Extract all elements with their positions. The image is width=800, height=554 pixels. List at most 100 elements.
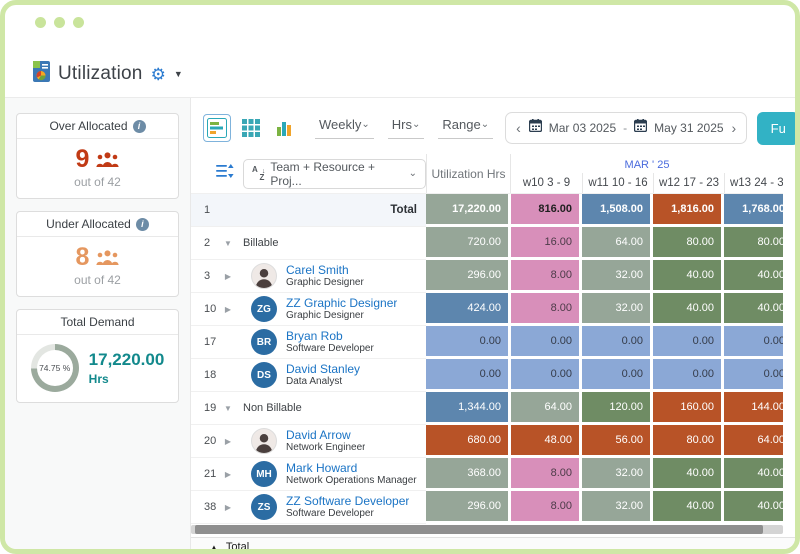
view-grid-icon[interactable] xyxy=(237,114,265,142)
scrollbar-thumb[interactable] xyxy=(195,525,764,534)
row-number: 18 xyxy=(204,369,217,381)
collapse-icon[interactable]: ▼ xyxy=(217,404,239,413)
page-title: Utilization xyxy=(58,63,143,84)
person-name-link[interactable]: David Stanley xyxy=(286,362,360,376)
expand-icon[interactable]: ▶ xyxy=(217,470,239,479)
week-cell: 0.00 xyxy=(653,326,721,356)
utilization-cell: 0.00 xyxy=(426,326,508,356)
fullscreen-button[interactable]: Fu xyxy=(757,111,795,145)
row-number: 10 xyxy=(204,303,217,315)
expand-collapse-all-icon[interactable] xyxy=(216,164,234,183)
collapse-icon[interactable]: ▼ xyxy=(217,239,239,248)
week-cell: 40.00 xyxy=(724,458,783,488)
person-role: Graphic Designer xyxy=(286,310,364,322)
view-utilization-icon[interactable] xyxy=(203,114,231,142)
date-from[interactable]: Mar 03 2025 xyxy=(549,121,616,135)
date-to[interactable]: May 31 2025 xyxy=(654,121,723,135)
demand-hours: 17,220.00 xyxy=(88,350,165,369)
row-cells: 680.00 48.00 56.00 80.00 64.00 xyxy=(426,425,783,458)
settings-caret-icon[interactable]: ▼ xyxy=(174,69,183,79)
week-cell: 160.00 xyxy=(653,392,721,422)
range-select-value: Range xyxy=(442,117,481,132)
person-name-link[interactable]: ZZ Graphic Designer xyxy=(286,296,397,310)
horizontal-scrollbar[interactable] xyxy=(191,525,783,534)
row-label-pane: 3 ▶ Carel Smith Graphic Designer xyxy=(191,260,426,293)
week-cell: 40.00 xyxy=(653,293,721,323)
unit-select-value: Hrs xyxy=(391,117,412,132)
expand-icon[interactable]: ▶ xyxy=(217,272,239,281)
week-cell: 32.00 xyxy=(582,458,650,488)
expand-icon[interactable]: ▶ xyxy=(217,305,239,314)
person-name-link[interactable]: Carel Smith xyxy=(286,263,364,277)
info-icon[interactable]: i xyxy=(135,217,149,231)
info-icon[interactable]: i xyxy=(132,119,146,133)
row-number: 19 xyxy=(204,402,217,414)
utilization-report-icon xyxy=(33,61,50,87)
person-name-link[interactable]: Mark Howard xyxy=(286,461,417,475)
app-window: Utilization ⚙ ▼ Over Allocated i 9 out o… xyxy=(0,0,800,554)
range-select[interactable]: Range ⌄ xyxy=(438,117,494,139)
person-name-link[interactable]: David Arrow xyxy=(286,428,365,442)
table-row: 2 ▼ Billable 720.00 16.00 64.00 80.00 80.00 xyxy=(191,227,783,260)
week-cell: 0.00 xyxy=(724,359,783,389)
week-cell: 8.00 xyxy=(511,260,579,290)
next-period-button[interactable]: › xyxy=(731,121,738,135)
week-cell: 120.00 xyxy=(582,392,650,422)
expand-icon[interactable]: ▶ xyxy=(217,503,239,512)
footer-collapse-icon[interactable]: ▲ xyxy=(210,543,218,550)
row-cells: 0.00 0.00 0.00 0.00 0.00 xyxy=(426,359,783,392)
utilization-cell: 680.00 xyxy=(426,425,508,455)
utilization-cell: 368.00 xyxy=(426,458,508,488)
week-cell: 40.00 xyxy=(653,260,721,290)
row-label-pane: 20 ▶ David Arrow Network Engineer xyxy=(191,425,426,458)
week-cell: 816.00 xyxy=(511,194,579,224)
person-role: Data Analyst xyxy=(286,376,343,388)
week-cell: 48.00 xyxy=(511,425,579,455)
week-cell: 80.00 xyxy=(653,425,721,455)
total-footer[interactable]: ▲ Total xyxy=(191,537,795,553)
window-control-dot xyxy=(35,17,46,28)
row-number: 3 xyxy=(204,270,211,282)
unit-select[interactable]: Hrs ⌄ xyxy=(387,117,425,139)
person-info: Mark Howard Network Operations Manager xyxy=(286,461,417,487)
row-cells: 720.00 16.00 64.00 80.00 80.00 xyxy=(426,227,783,260)
person-info: David Stanley Data Analyst xyxy=(286,362,360,388)
gear-icon[interactable]: ⚙ xyxy=(151,66,166,83)
chevron-down-icon: ⌄ xyxy=(408,168,417,179)
person-name-link[interactable]: ZZ Software Developer xyxy=(286,494,409,508)
person-info: Carel Smith Graphic Designer xyxy=(286,263,364,289)
utilization-cell: 1,344.00 xyxy=(426,392,508,422)
table-row: 10 ▶ ZG ZZ Graphic Designer Graphic Designer… xyxy=(191,293,783,326)
person-name-link[interactable]: Bryan Rob xyxy=(286,329,374,343)
total-label: Total xyxy=(390,204,417,216)
prev-period-button[interactable]: ‹ xyxy=(515,121,522,135)
chevron-down-icon: ⌄ xyxy=(361,119,370,130)
table-row: 38 ▶ ZS ZZ Software Developer Software Devel… xyxy=(191,491,783,524)
person-info: ZZ Graphic Designer Graphic Designer xyxy=(286,296,397,322)
week-cell: 32.00 xyxy=(582,491,650,521)
under-allocated-sub: out of 42 xyxy=(74,273,121,287)
grouping-select[interactable]: A Z ↓ Team + Resource + Proj... ⌄ xyxy=(243,158,426,189)
week-cell: 144.00 xyxy=(724,392,783,422)
row-number: 21 xyxy=(204,468,217,480)
period-select[interactable]: Weekly ⌄ xyxy=(315,117,374,139)
week-cell: 40.00 xyxy=(653,458,721,488)
table-row: 17 BR Bryan Rob Software Developer 0.00 0.00 0… xyxy=(191,326,783,359)
expand-icon[interactable]: ▶ xyxy=(217,437,239,446)
person-role: Software Developer xyxy=(286,508,374,520)
utilization-grid: 1 Total 17,220.00 816.00 1,508.00 1,816.00 1,7… xyxy=(191,194,783,524)
row-label-pane: 21 ▶ MH Mark Howard Network Operations Manag… xyxy=(191,458,426,491)
row-number: 17 xyxy=(204,336,217,348)
row-label-pane: 38 ▶ ZS ZZ Software Developer Software Devel… xyxy=(191,491,426,524)
person-role: Software Developer xyxy=(286,343,374,355)
row-cells: 368.00 8.00 32.00 40.00 40.00 xyxy=(426,458,783,491)
table-row: 19 ▼ Non Billable 1,344.00 64.00 120.00 160.00… xyxy=(191,392,783,425)
view-chart-icon[interactable] xyxy=(271,114,299,142)
table-row: 20 ▶ David Arrow Network Engineer 680.00 48.0… xyxy=(191,425,783,458)
avatar-initials: BR xyxy=(251,329,277,355)
week-cell: 1,816.00 xyxy=(653,194,721,224)
row-cells: 424.00 8.00 32.00 40.00 40.00 xyxy=(426,293,783,326)
footer-total-label: Total xyxy=(225,541,250,553)
row-cells: 296.00 8.00 32.00 40.00 40.00 xyxy=(426,491,783,524)
week-cell: 40.00 xyxy=(724,260,783,290)
